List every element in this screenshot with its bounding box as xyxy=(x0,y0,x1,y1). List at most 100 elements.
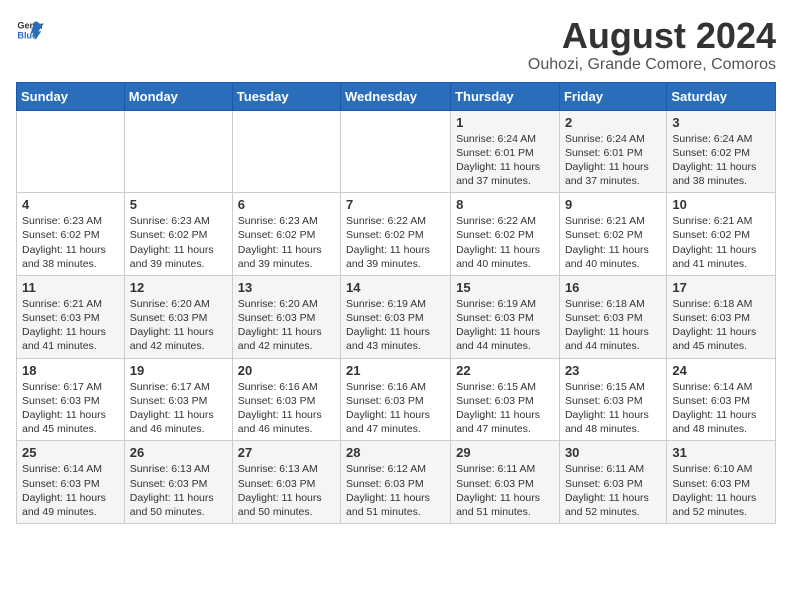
day-info: Sunrise: 6:22 AM Sunset: 6:02 PM Dayligh… xyxy=(456,214,554,271)
logo-icon: General Blue xyxy=(16,16,44,44)
calendar-cell: 11 Sunrise: 6:21 AM Sunset: 6:03 PM Dayli… xyxy=(17,275,125,358)
day-number: 4 xyxy=(22,197,119,212)
header: General Blue August 2024 Ouhozi, Grande … xyxy=(16,16,776,74)
calendar-cell: 6Sunrise: 6:23 AM Sunset: 6:02 PM Daylig… xyxy=(232,193,340,276)
calendar-cell: 29Sunrise: 6:11 AM Sunset: 6:03 PM Dayli… xyxy=(451,441,560,524)
day-info: Sunrise: 6:11 AM Sunset: 6:03 PM Dayligh… xyxy=(565,462,661,519)
calendar-cell: 26 Sunrise: 6:13 AM Sunset: 6:03 PM Dayli… xyxy=(124,441,232,524)
day-number: 14 xyxy=(346,280,445,295)
col-header-sunday: Sunday xyxy=(17,82,125,110)
calendar-cell xyxy=(341,110,451,193)
day-number: 10 xyxy=(672,197,770,212)
day-info: Sunrise: 6:24 AM Sunset: 6:02 PM Dayligh… xyxy=(672,132,770,189)
day-info: Sunrise: 6:13 AM Sunset: 6:03 PM Dayligh… xyxy=(130,462,227,519)
day-number: 1 xyxy=(456,115,554,130)
day-number: 7 xyxy=(346,197,445,212)
day-number: 23 xyxy=(565,363,661,378)
calendar-cell xyxy=(124,110,232,193)
calendar-table: SundayMondayTuesdayWednesdayThursdayFrid… xyxy=(16,82,776,524)
day-number: 26 xyxy=(130,445,227,460)
day-info: Sunrise: 6:23 AM Sunset: 6:02 PM Dayligh… xyxy=(238,214,335,271)
logo: General Blue xyxy=(16,16,44,44)
day-info: Sunrise: 6:15 AM Sunset: 6:03 PM Dayligh… xyxy=(565,380,661,437)
day-number: 21 xyxy=(346,363,445,378)
col-header-friday: Friday xyxy=(559,82,666,110)
calendar-week-5: 25Sunrise: 6:14 AM Sunset: 6:03 PM Dayli… xyxy=(17,441,776,524)
day-info: Sunrise: 6:18 AM Sunset: 6:03 PM Dayligh… xyxy=(565,297,661,354)
location-subtitle: Ouhozi, Grande Comore, Comoros xyxy=(528,56,776,74)
day-info: Sunrise: 6:16 AM Sunset: 6:03 PM Dayligh… xyxy=(238,380,335,437)
calendar-week-2: 4 Sunrise: 6:23 AM Sunset: 6:02 PM Daylig… xyxy=(17,193,776,276)
calendar-header-row: SundayMondayTuesdayWednesdayThursdayFrid… xyxy=(17,82,776,110)
day-number: 17 xyxy=(672,280,770,295)
month-year-title: August 2024 xyxy=(528,16,776,56)
day-info: Sunrise: 6:10 AM Sunset: 6:03 PM Dayligh… xyxy=(672,462,770,519)
calendar-cell: 10Sunrise: 6:21 AM Sunset: 6:02 PM Dayli… xyxy=(667,193,776,276)
calendar-week-1: 1 Sunrise: 6:24 AM Sunset: 6:01 PM Daylig… xyxy=(17,110,776,193)
day-info: Sunrise: 6:16 AM Sunset: 6:03 PM Dayligh… xyxy=(346,380,445,437)
calendar-cell: 20 Sunrise: 6:16 AM Sunset: 6:03 PM Dayli… xyxy=(232,358,340,441)
day-info: Sunrise: 6:21 AM Sunset: 6:03 PM Dayligh… xyxy=(22,297,119,354)
calendar-cell: 30 Sunrise: 6:11 AM Sunset: 6:03 PM Dayli… xyxy=(559,441,666,524)
calendar-cell: 7 Sunrise: 6:22 AM Sunset: 6:02 PM Daylig… xyxy=(341,193,451,276)
day-number: 29 xyxy=(456,445,554,460)
day-number: 28 xyxy=(346,445,445,460)
col-header-monday: Monday xyxy=(124,82,232,110)
day-info: Sunrise: 6:24 AM Sunset: 6:01 PM Dayligh… xyxy=(456,132,554,189)
day-number: 12 xyxy=(130,280,227,295)
calendar-cell xyxy=(17,110,125,193)
day-info: Sunrise: 6:19 AM Sunset: 6:03 PM Dayligh… xyxy=(456,297,554,354)
calendar-cell: 25Sunrise: 6:14 AM Sunset: 6:03 PM Dayli… xyxy=(17,441,125,524)
calendar-cell: 22Sunrise: 6:15 AM Sunset: 6:03 PM Dayli… xyxy=(451,358,560,441)
day-info: Sunrise: 6:18 AM Sunset: 6:03 PM Dayligh… xyxy=(672,297,770,354)
day-info: Sunrise: 6:17 AM Sunset: 6:03 PM Dayligh… xyxy=(130,380,227,437)
calendar-cell: 19 Sunrise: 6:17 AM Sunset: 6:03 PM Dayli… xyxy=(124,358,232,441)
calendar-cell: 18 Sunrise: 6:17 AM Sunset: 6:03 PM Dayli… xyxy=(17,358,125,441)
day-number: 2 xyxy=(565,115,661,130)
day-info: Sunrise: 6:13 AM Sunset: 6:03 PM Dayligh… xyxy=(238,462,335,519)
day-info: Sunrise: 6:19 AM Sunset: 6:03 PM Dayligh… xyxy=(346,297,445,354)
day-number: 27 xyxy=(238,445,335,460)
title-block: August 2024 Ouhozi, Grande Comore, Comor… xyxy=(528,16,776,74)
day-info: Sunrise: 6:14 AM Sunset: 6:03 PM Dayligh… xyxy=(672,380,770,437)
calendar-cell xyxy=(232,110,340,193)
day-info: Sunrise: 6:20 AM Sunset: 6:03 PM Dayligh… xyxy=(238,297,335,354)
day-info: Sunrise: 6:23 AM Sunset: 6:02 PM Dayligh… xyxy=(22,214,119,271)
day-number: 9 xyxy=(565,197,661,212)
day-number: 30 xyxy=(565,445,661,460)
calendar-cell: 1 Sunrise: 6:24 AM Sunset: 6:01 PM Daylig… xyxy=(451,110,560,193)
calendar-body: 1 Sunrise: 6:24 AM Sunset: 6:01 PM Daylig… xyxy=(17,110,776,523)
calendar-cell: 2Sunrise: 6:24 AM Sunset: 6:01 PM Daylig… xyxy=(559,110,666,193)
calendar-cell: 17 Sunrise: 6:18 AM Sunset: 6:03 PM Dayli… xyxy=(667,275,776,358)
calendar-week-4: 18 Sunrise: 6:17 AM Sunset: 6:03 PM Dayli… xyxy=(17,358,776,441)
day-number: 8 xyxy=(456,197,554,212)
col-header-wednesday: Wednesday xyxy=(341,82,451,110)
day-number: 18 xyxy=(22,363,119,378)
day-number: 13 xyxy=(238,280,335,295)
col-header-tuesday: Tuesday xyxy=(232,82,340,110)
calendar-cell: 31 Sunrise: 6:10 AM Sunset: 6:03 PM Dayli… xyxy=(667,441,776,524)
calendar-cell: 16Sunrise: 6:18 AM Sunset: 6:03 PM Dayli… xyxy=(559,275,666,358)
calendar-cell: 3Sunrise: 6:24 AM Sunset: 6:02 PM Daylig… xyxy=(667,110,776,193)
calendar-cell: 27 Sunrise: 6:13 AM Sunset: 6:03 PM Dayli… xyxy=(232,441,340,524)
day-info: Sunrise: 6:20 AM Sunset: 6:03 PM Dayligh… xyxy=(130,297,227,354)
day-number: 19 xyxy=(130,363,227,378)
calendar-cell: 8 Sunrise: 6:22 AM Sunset: 6:02 PM Daylig… xyxy=(451,193,560,276)
col-header-thursday: Thursday xyxy=(451,82,560,110)
calendar-cell: 24 Sunrise: 6:14 AM Sunset: 6:03 PM Dayli… xyxy=(667,358,776,441)
day-number: 5 xyxy=(130,197,227,212)
calendar-cell: 13 Sunrise: 6:20 AM Sunset: 6:03 PM Dayli… xyxy=(232,275,340,358)
calendar-cell: 21 Sunrise: 6:16 AM Sunset: 6:03 PM Dayli… xyxy=(341,358,451,441)
col-header-saturday: Saturday xyxy=(667,82,776,110)
day-info: Sunrise: 6:22 AM Sunset: 6:02 PM Dayligh… xyxy=(346,214,445,271)
day-number: 20 xyxy=(238,363,335,378)
day-number: 24 xyxy=(672,363,770,378)
calendar-week-3: 11 Sunrise: 6:21 AM Sunset: 6:03 PM Dayli… xyxy=(17,275,776,358)
day-info: Sunrise: 6:14 AM Sunset: 6:03 PM Dayligh… xyxy=(22,462,119,519)
day-info: Sunrise: 6:17 AM Sunset: 6:03 PM Dayligh… xyxy=(22,380,119,437)
calendar-cell: 4 Sunrise: 6:23 AM Sunset: 6:02 PM Daylig… xyxy=(17,193,125,276)
day-number: 11 xyxy=(22,280,119,295)
day-number: 31 xyxy=(672,445,770,460)
calendar-cell: 15Sunrise: 6:19 AM Sunset: 6:03 PM Dayli… xyxy=(451,275,560,358)
calendar-cell: 9Sunrise: 6:21 AM Sunset: 6:02 PM Daylig… xyxy=(559,193,666,276)
